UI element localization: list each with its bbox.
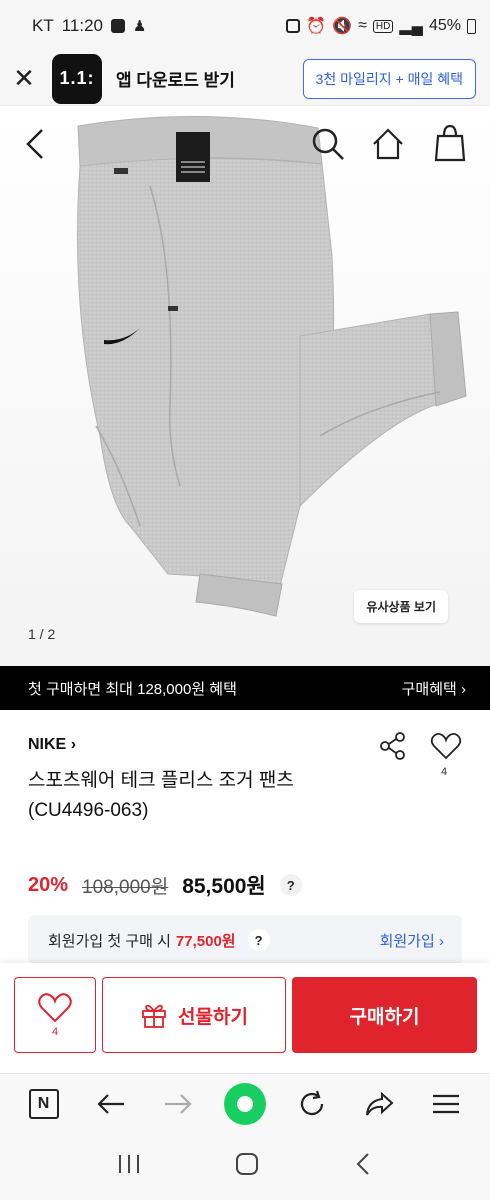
hamburger-icon	[433, 1094, 460, 1113]
product-name: 스포츠웨어 테크 플리스 조거 팬츠 (CU4496-063)	[28, 770, 294, 821]
member-offer-text: 회원가입 첫 구매 시	[48, 932, 171, 950]
wishlist-count: 4	[51, 1026, 59, 1038]
home-square-icon	[236, 1153, 258, 1175]
naver-home-button[interactable]: N	[22, 1082, 66, 1126]
recent-apps-button[interactable]	[116, 1153, 142, 1180]
gallery-pager: 1 / 2	[28, 626, 56, 642]
gift-icon	[142, 1004, 166, 1028]
banner-title: 앱 다운로드 받기	[116, 71, 235, 90]
share-icon[interactable]	[378, 731, 408, 761]
browser-toolbar: N	[0, 1073, 490, 1133]
hd-icon: HD	[372, 19, 394, 33]
gift-label: 선물하기	[178, 1006, 248, 1028]
status-bar: KT 11:20 ♟ ⏰ 🔇 ≈ HD ▂▄ 45%	[0, 0, 490, 52]
reload-button[interactable]	[290, 1082, 334, 1126]
original-price: 108,000원	[82, 876, 169, 898]
like-count: 4	[441, 766, 448, 778]
browser-back-button[interactable]	[89, 1082, 133, 1126]
price-row: 20% 108,000원 85,500원 ?	[28, 870, 302, 900]
checkbox-icon	[111, 19, 126, 33]
share-arrow-icon	[366, 1091, 394, 1116]
share-page-button[interactable]	[357, 1082, 401, 1126]
mute-icon: 🔇	[332, 18, 353, 35]
naver-n-icon: N	[28, 1088, 59, 1119]
carrier-label: KT	[32, 16, 54, 35]
green-dot-button[interactable]	[223, 1082, 267, 1126]
promo-text: 첫 구매하면 최대 128,000원 혜택	[28, 680, 237, 698]
browser-forward-button[interactable]	[156, 1082, 200, 1126]
arrow-right-icon	[164, 1093, 192, 1114]
chevron-right-icon: ›	[70, 736, 77, 753]
green-dot-icon	[223, 1082, 266, 1125]
person-icon: ♟	[133, 18, 147, 35]
shopping-bag-icon[interactable]	[430, 122, 470, 164]
brand-link[interactable]: NIKE ›	[28, 736, 76, 754]
app-download-banner: ✕ 1.1: 앱 다운로드 받기 3천 마일리지 + 매일 혜택	[0, 52, 490, 106]
lock-icon	[286, 19, 301, 33]
member-offer-box: 회원가입 첫 구매 시 77,500원 ? 회원가입 ›	[28, 915, 462, 965]
heart-icon[interactable]	[430, 731, 462, 761]
chevron-right-icon: ›	[461, 680, 466, 698]
home-button[interactable]	[234, 1151, 260, 1182]
battery-icon	[467, 18, 476, 34]
close-icon[interactable]: ✕	[0, 63, 48, 94]
reload-icon	[301, 1090, 324, 1115]
heart-icon	[38, 993, 72, 1023]
system-navigation	[0, 1133, 490, 1200]
member-help-icon[interactable]: ?	[247, 929, 270, 951]
arrow-left-icon	[97, 1093, 124, 1114]
recent-apps-icon	[119, 1155, 139, 1173]
system-back-button[interactable]	[352, 1151, 374, 1182]
purchase-benefits-link[interactable]: 구매혜택 ›	[402, 678, 466, 699]
clock: 11:20	[61, 16, 104, 35]
member-offer-price: 77,500원	[175, 932, 236, 950]
wishlist-button[interactable]: 4	[14, 977, 96, 1053]
sale-price: 85,500원	[182, 875, 266, 898]
product-gallery[interactable]: 유사상품 보기 1 / 2	[0, 106, 490, 666]
alarm-icon: ⏰	[306, 18, 327, 35]
promo-bar[interactable]: 첫 구매하면 최대 128,000원 혜택 구매혜택 ›	[0, 666, 490, 710]
mileage-cta-button[interactable]: 3천 마일리지 + 매일 혜택	[302, 58, 476, 99]
similar-products-button[interactable]: 유사상품 보기	[354, 590, 448, 623]
app-logo: 1.1:	[52, 53, 102, 104]
search-icon[interactable]	[308, 124, 348, 164]
chevron-left-icon	[356, 1153, 369, 1175]
home-icon[interactable]	[368, 124, 408, 164]
gift-button[interactable]: 선물하기	[102, 977, 286, 1053]
product-image	[77, 116, 467, 617]
wifi-icon: ≈	[358, 17, 367, 34]
back-icon[interactable]	[20, 124, 50, 164]
price-help-icon[interactable]: ?	[279, 874, 302, 896]
chevron-right-icon: ›	[439, 932, 444, 950]
buy-button[interactable]: 구매하기	[292, 977, 477, 1053]
signup-link[interactable]: 회원가입 ›	[380, 930, 444, 951]
purchase-action-bar: 4 선물하기 구매하기	[0, 963, 490, 1073]
discount-rate: 20%	[28, 873, 69, 896]
menu-button[interactable]	[424, 1082, 468, 1126]
battery-level: 45%	[428, 17, 461, 34]
signal-icon: ▂▄	[399, 18, 423, 35]
